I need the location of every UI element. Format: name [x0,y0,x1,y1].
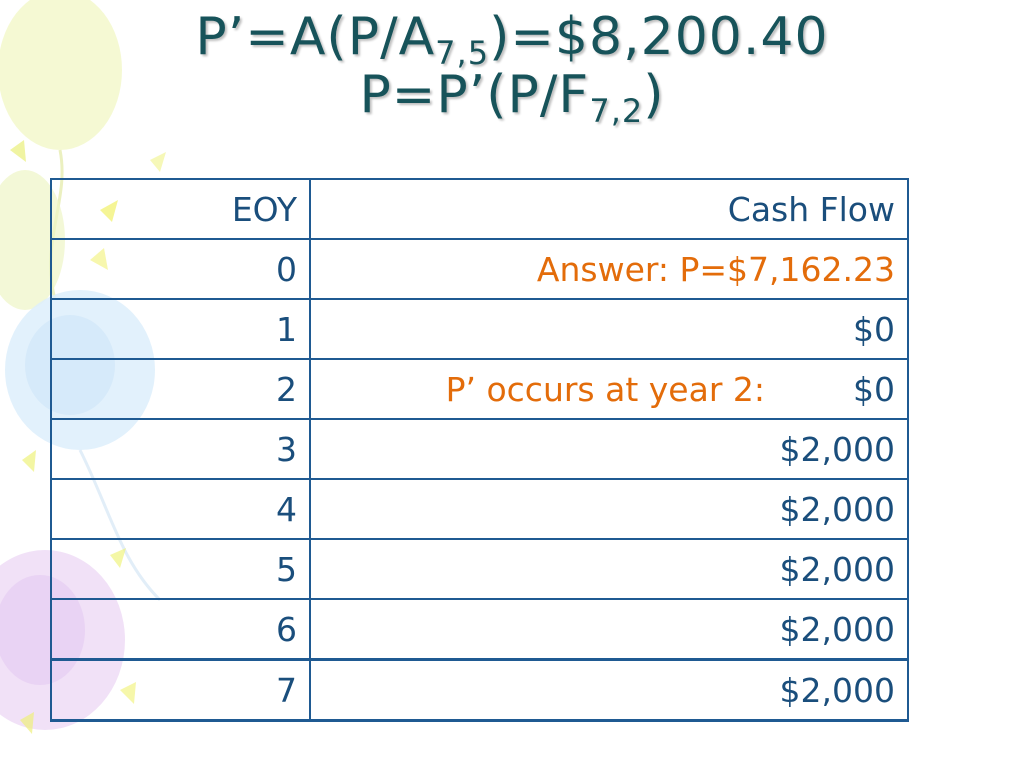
eoy-cell: 6 [50,598,311,661]
title-line-2: P=P’(P/F7,2) [359,65,665,130]
cash-flow-cell: $2,000 [309,478,909,540]
cash-flow-cell: $0 [309,298,909,360]
table-row: 6 $2,000 [50,598,909,661]
cash-flow-cell: $2,000 [309,598,909,661]
eoy-cell: 3 [50,418,311,480]
table-row: 7 $2,000 [50,658,909,722]
table-header-row: EOY Cash Flow [50,178,909,240]
table-row: 2 P’ occurs at year 2: $0 [50,358,909,420]
slide-title: P’=A(P/A7,5)=$8,200.40 P=P’(P/F7,2) [0,7,1024,130]
cash-flow-value: $0 [853,369,895,409]
table-row: 4 $2,000 [50,478,909,540]
header-eoy: EOY [50,178,311,240]
table-row: 3 $2,000 [50,418,909,480]
title-line-1: P’=A(P/A7,5)=$8,200.40 [195,7,829,72]
cash-flow-cell: P’ occurs at year 2: $0 [309,358,909,420]
table-row: 1 $0 [50,298,909,360]
cash-flow-cell: $2,000 [309,418,909,480]
eoy-cell: 2 [50,358,311,420]
answer-cell: Answer: P=$7,162.23 [309,238,909,300]
table-row: 0 Answer: P=$7,162.23 [50,238,909,300]
cash-flow-cell: $2,000 [309,538,909,600]
year-2-note: P’ occurs at year 2: [445,369,765,409]
table-row: 5 $2,000 [50,538,909,600]
eoy-cell: 5 [50,538,311,600]
eoy-cell: 1 [50,298,311,360]
header-cash-flow: Cash Flow [309,178,909,240]
eoy-cell: 7 [50,658,311,722]
cash-flow-cell: $2,000 [309,658,909,722]
eoy-cell: 0 [50,238,311,300]
eoy-cell: 4 [50,478,311,540]
cash-flow-table: EOY Cash Flow 0 Answer: P=$7,162.23 1 $0… [50,178,909,722]
